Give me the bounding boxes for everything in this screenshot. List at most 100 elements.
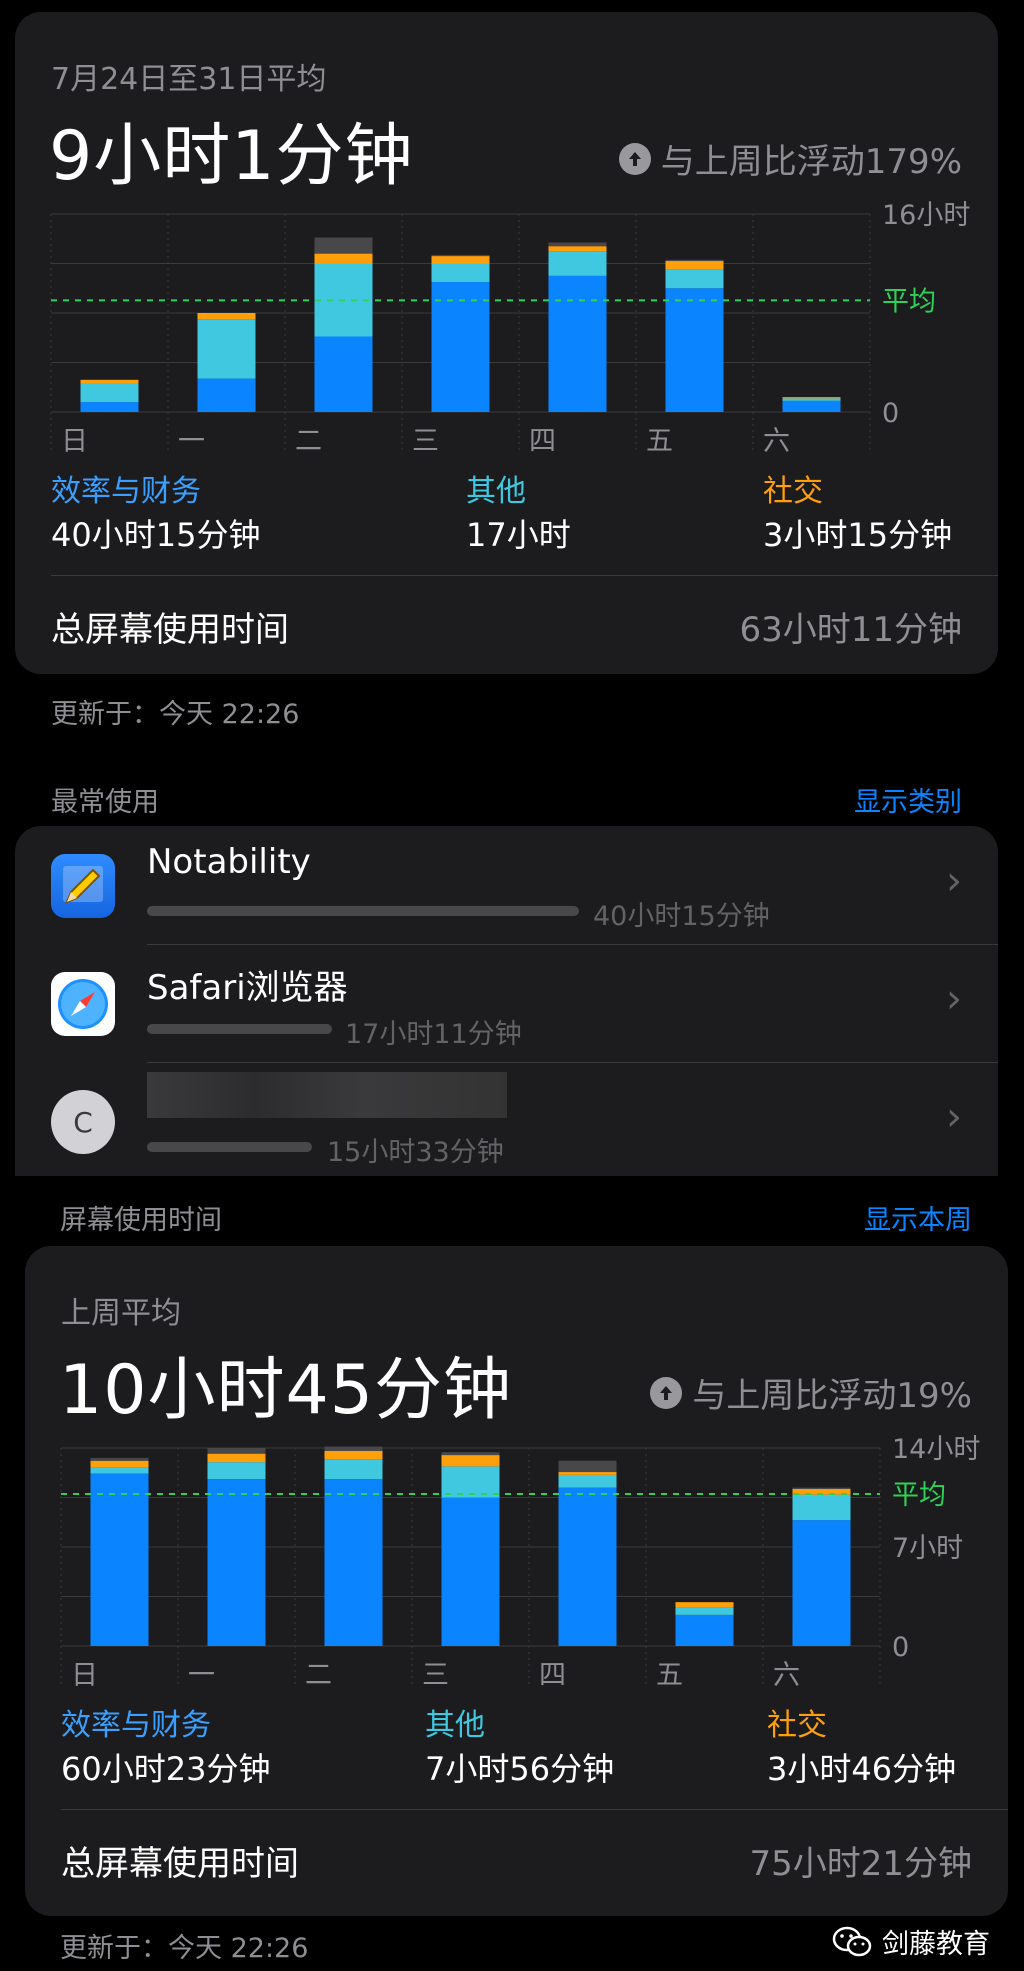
watermark-text: 剑藤教育 (882, 1929, 990, 1960)
bar-segment (665, 261, 724, 270)
legend-other-name: 其他 (466, 474, 526, 509)
legend-other-value: 7小时56分钟 (425, 1750, 615, 1788)
x-tick-label: 五 (646, 426, 673, 457)
most-used-list: Notability 40小时15分钟 › Safari浏览器 17小时11分钟… (15, 826, 998, 1176)
bar-segment (665, 269, 724, 289)
bar-segment (90, 1460, 149, 1468)
bar-segment (80, 379, 139, 384)
bar-segment (558, 1474, 617, 1488)
bar-segment (665, 259, 724, 262)
bar-segment (90, 1473, 149, 1646)
updated-text: 更新于：今天 22:26 (60, 1933, 309, 1964)
legend-productivity-name: 效率与财务 (51, 474, 201, 509)
bar-segment (558, 1460, 617, 1473)
bar-segment (782, 398, 841, 401)
x-tick-label: 六 (763, 426, 790, 457)
app-name: Notability (147, 842, 311, 882)
x-tick-label: 五 (656, 1660, 683, 1691)
divider (61, 1809, 1008, 1810)
x-tick-label: 一 (188, 1660, 215, 1691)
bar-segment (197, 313, 256, 320)
bar-segment (548, 251, 607, 276)
bar-segment (324, 1459, 383, 1480)
bar-segment (431, 263, 490, 283)
bar-segment (207, 1479, 266, 1646)
chevron-right-icon: › (946, 858, 962, 904)
bar-segment (441, 1497, 500, 1646)
app-name: Safari浏览器 (147, 968, 348, 1008)
notability-icon (51, 854, 115, 918)
bar-segment (675, 1602, 734, 1608)
bar-segment (314, 253, 373, 264)
range-label: 上周平均 (61, 1296, 181, 1331)
bar-segment (207, 1453, 266, 1463)
total-screen-time-label: 总屏幕使用时间 (61, 1844, 299, 1884)
bar-segment (792, 1487, 851, 1490)
app-row-safari[interactable]: Safari浏览器 17小时11分钟 › (15, 944, 998, 1062)
compare-row: 与上周比浮动19% (650, 1368, 972, 1417)
x-tick-label: 一 (178, 426, 205, 457)
compare-text: 与上周比浮动179% (660, 142, 962, 182)
bar-segment (675, 1607, 734, 1615)
bar-segment (197, 319, 256, 379)
app-time: 40小时15分钟 (593, 901, 770, 932)
x-tick-label: 二 (305, 1660, 332, 1691)
average-label: 平均 (882, 286, 936, 317)
daily-average: 9小时1分钟 (49, 117, 414, 196)
show-categories-link[interactable]: 显示类别 (854, 780, 962, 819)
x-tick-label: 日 (71, 1660, 98, 1691)
usage-bar (147, 906, 579, 916)
total-screen-time-label: 总屏幕使用时间 (51, 610, 289, 650)
chevron-right-icon: › (946, 976, 962, 1022)
usage-bar (147, 1142, 312, 1152)
x-tick-label: 六 (773, 1660, 800, 1691)
y-tick-label: 7小时 (892, 1533, 963, 1564)
wechat-icon (832, 1926, 872, 1956)
x-tick-label: 四 (539, 1660, 566, 1691)
bar-segment (548, 242, 607, 247)
legend-social-value: 3小时46分钟 (767, 1750, 957, 1788)
bar-segment (441, 1455, 500, 1467)
bar-segment (197, 378, 256, 412)
bar-segment (314, 237, 373, 254)
x-tick-label: 三 (422, 1660, 449, 1691)
usage-bar (147, 1024, 332, 1034)
avatar-letter: C (73, 1105, 93, 1139)
bar-segment (431, 282, 490, 412)
legend-social-value: 3小时15分钟 (763, 516, 953, 554)
bar-segment (207, 1448, 266, 1454)
bar-segment (782, 397, 841, 399)
last-week-summary-card: 上周平均 10小时45分钟 与上周比浮动19% 日 一 二 三 四 五 六 平均 14小时 7小时… (25, 1246, 1008, 1916)
y-tick-label: 0 (882, 398, 899, 429)
chevron-right-icon: › (946, 1094, 962, 1140)
arrow-up-icon (618, 142, 651, 175)
x-tick-label: 四 (529, 426, 556, 457)
legend-social-name: 社交 (767, 1708, 827, 1743)
daily-usage-chart: 日 一 二 三 四 五 六 平均 16小时 0 (50, 200, 970, 457)
compare-row: 与上周比浮动179% (618, 134, 962, 183)
redacted-app-name (147, 1072, 507, 1118)
bar-segment (548, 275, 607, 412)
legend-social-name: 社交 (763, 474, 823, 509)
app-row-notability[interactable]: Notability 40小时15分钟 › (15, 826, 998, 944)
bar-segment (80, 402, 139, 412)
bar-segment (324, 1479, 383, 1646)
range-label: 7月24日至31日平均 (51, 62, 327, 97)
x-tick-label: 三 (412, 426, 439, 457)
bar-segment (665, 288, 724, 412)
bar-segment (792, 1520, 851, 1646)
app-row-c[interactable]: C 15小时33分钟 › (15, 1062, 998, 1176)
arrow-up-icon (650, 1376, 683, 1409)
total-screen-time-value: 63小时11分钟 (739, 610, 962, 650)
bar-segment (431, 256, 490, 264)
bar-segment (314, 336, 373, 412)
total-screen-time-value: 75小时21分钟 (749, 1844, 972, 1884)
show-this-week-link[interactable]: 显示本周 (864, 1198, 972, 1237)
legend-other-value: 17小时 (466, 516, 571, 554)
bar-segment (324, 1446, 383, 1451)
most-used-title: 最常使用 (51, 787, 159, 818)
bar-segment (558, 1487, 617, 1646)
y-tick-label: 16小时 (882, 200, 970, 231)
bar-segment (441, 1452, 500, 1456)
bar-segment (80, 383, 139, 403)
